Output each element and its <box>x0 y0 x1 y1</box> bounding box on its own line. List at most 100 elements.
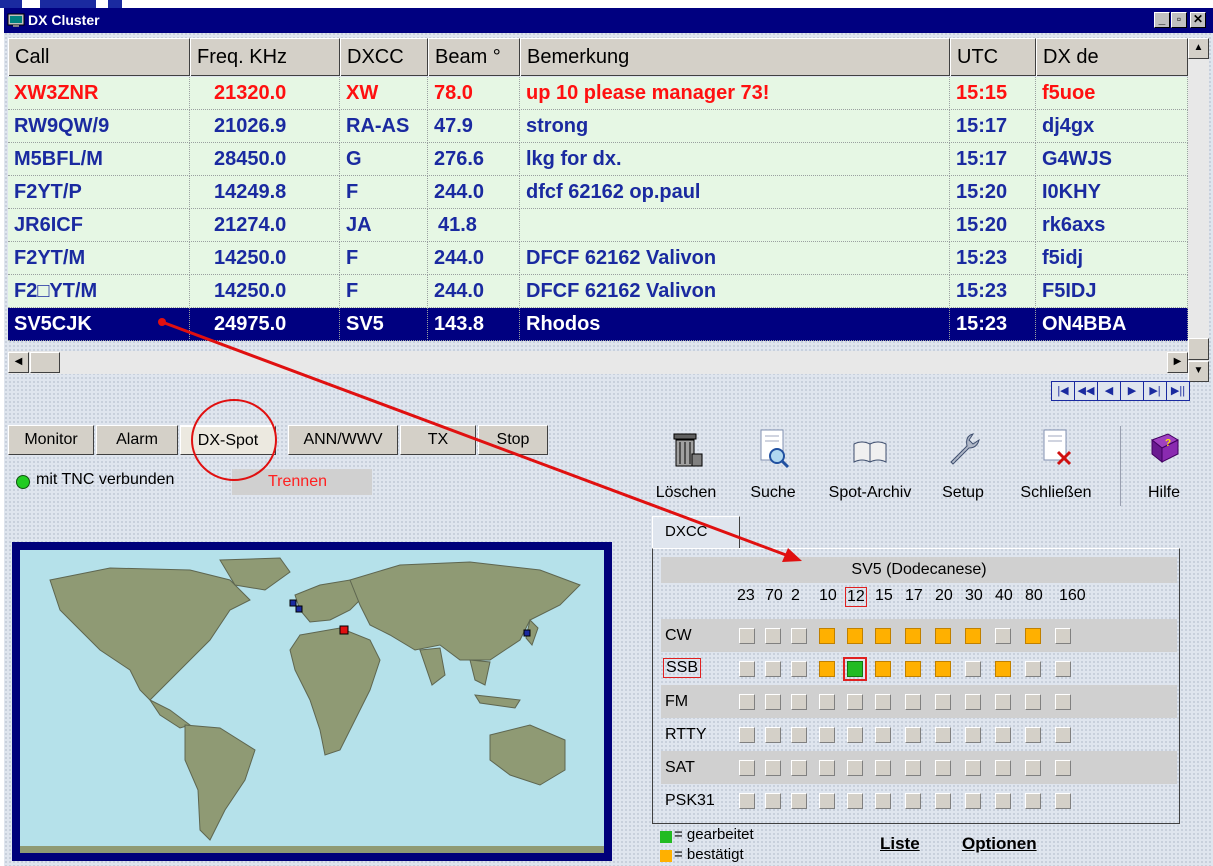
status-box-psk31-12[interactable] <box>847 793 863 809</box>
next-page-icon[interactable]: ▶| <box>1143 381 1167 401</box>
status-box-rtty-80[interactable] <box>1025 727 1041 743</box>
status-box-ssb-80[interactable] <box>1025 661 1041 677</box>
status-box-rtty-30[interactable] <box>965 727 981 743</box>
status-box-sat-20[interactable] <box>935 760 951 776</box>
status-box-rtty-70[interactable] <box>765 727 781 743</box>
scroll-thumb[interactable] <box>1188 338 1209 360</box>
status-box-cw-15[interactable] <box>875 628 891 644</box>
close-button[interactable]: ✕ <box>1190 12 1206 28</box>
delete-button[interactable]: Löschen <box>644 420 728 510</box>
scroll-up-icon[interactable]: ▲ <box>1188 38 1209 59</box>
spot-archive-button[interactable]: Spot-Archiv <box>818 420 922 510</box>
scroll-left-icon[interactable]: ◀ <box>8 352 29 373</box>
status-box-ssb-23[interactable] <box>739 661 755 677</box>
last-record-icon[interactable]: ▶|| <box>1166 381 1190 401</box>
status-box-rtty-160[interactable] <box>1055 727 1071 743</box>
status-box-fm-40[interactable] <box>995 694 1011 710</box>
search-button[interactable]: Suche <box>736 420 810 510</box>
first-record-icon[interactable]: |◀ <box>1051 381 1075 401</box>
status-box-sat-30[interactable] <box>965 760 981 776</box>
tab-dx-spot[interactable]: DX-Spot <box>180 425 276 455</box>
status-box-ssb-17[interactable] <box>905 661 921 677</box>
status-box-sat-17[interactable] <box>905 760 921 776</box>
column-header-utc[interactable]: UTC <box>950 38 1036 76</box>
scroll-down-icon[interactable]: ▼ <box>1188 361 1209 382</box>
table-row[interactable]: F2YT/P 14249.8 F 244.0 dfcf 62162 op.pau… <box>8 176 1188 209</box>
status-box-cw-17[interactable] <box>905 628 921 644</box>
status-box-fm-15[interactable] <box>875 694 891 710</box>
status-box-sat-80[interactable] <box>1025 760 1041 776</box>
status-box-rtty-40[interactable] <box>995 727 1011 743</box>
column-header-call[interactable]: Call <box>8 38 190 76</box>
status-box-sat-12[interactable] <box>847 760 863 776</box>
status-box-psk31-10[interactable] <box>819 793 835 809</box>
title-bar[interactable]: DX Cluster _ ▫ ✕ <box>4 8 1213 33</box>
status-box-cw-12[interactable] <box>847 628 863 644</box>
column-header-freq[interactable]: Freq. KHz <box>190 38 340 76</box>
status-box-cw-30[interactable] <box>965 628 981 644</box>
status-box-ssb-70[interactable] <box>765 661 781 677</box>
status-box-cw-2[interactable] <box>791 628 807 644</box>
status-box-fm-160[interactable] <box>1055 694 1071 710</box>
table-row[interactable]: RW9QW/9 21026.9 RA-AS 47.9 strong 15:17 … <box>8 110 1188 143</box>
status-box-psk31-17[interactable] <box>905 793 921 809</box>
status-box-fm-10[interactable] <box>819 694 835 710</box>
status-box-ssb-20[interactable] <box>935 661 951 677</box>
status-box-cw-80[interactable] <box>1025 628 1041 644</box>
prev-page-icon[interactable]: ◀◀ <box>1074 381 1098 401</box>
list-link[interactable]: Liste <box>880 834 920 854</box>
disconnect-button[interactable]: Trennen <box>232 469 372 495</box>
scroll-right-icon[interactable]: ▶ <box>1167 352 1188 373</box>
status-box-cw-160[interactable] <box>1055 628 1071 644</box>
status-box-rtty-23[interactable] <box>739 727 755 743</box>
status-box-ssb-160[interactable] <box>1055 661 1071 677</box>
status-box-fm-23[interactable] <box>739 694 755 710</box>
maximize-button[interactable]: ▫ <box>1171 12 1187 28</box>
minimize-button[interactable]: _ <box>1154 12 1170 28</box>
status-box-psk31-15[interactable] <box>875 793 891 809</box>
table-row[interactable]: F2YT/M 14250.0 F 244.0 DFCF 62162 Valivo… <box>8 242 1188 275</box>
prev-record-icon[interactable]: ◀ <box>1097 381 1121 401</box>
status-box-psk31-2[interactable] <box>791 793 807 809</box>
table-row[interactable]: M5BFL/M 28450.0 G 276.6 lkg for dx. 15:1… <box>8 143 1188 176</box>
help-button[interactable]: ? Hilfe <box>1128 420 1200 510</box>
next-record-icon[interactable]: ▶ <box>1120 381 1144 401</box>
status-box-psk31-70[interactable] <box>765 793 781 809</box>
vertical-scrollbar[interactable]: ▲ ▼ <box>1188 38 1209 382</box>
status-box-sat-160[interactable] <box>1055 760 1071 776</box>
tab-alarm[interactable]: Alarm <box>96 425 178 455</box>
status-box-psk31-23[interactable] <box>739 793 755 809</box>
status-box-fm-70[interactable] <box>765 694 781 710</box>
status-box-fm-30[interactable] <box>965 694 981 710</box>
status-box-sat-70[interactable] <box>765 760 781 776</box>
status-box-ssb-15[interactable] <box>875 661 891 677</box>
close-app-button[interactable]: Schließen <box>1004 420 1108 510</box>
status-box-ssb-10[interactable] <box>819 661 835 677</box>
table-row[interactable]: JR6ICF 21274.0 JA 41.8 15:20 rk6axs <box>8 209 1188 242</box>
status-box-sat-10[interactable] <box>819 760 835 776</box>
status-box-cw-20[interactable] <box>935 628 951 644</box>
status-box-rtty-17[interactable] <box>905 727 921 743</box>
hscroll-thumb[interactable] <box>30 352 60 373</box>
options-link[interactable]: Optionen <box>962 834 1037 854</box>
status-box-ssb-30[interactable] <box>965 661 981 677</box>
status-box-fm-12[interactable] <box>847 694 863 710</box>
status-box-cw-70[interactable] <box>765 628 781 644</box>
status-box-sat-23[interactable] <box>739 760 755 776</box>
status-box-psk31-80[interactable] <box>1025 793 1041 809</box>
status-box-psk31-40[interactable] <box>995 793 1011 809</box>
column-header-beam[interactable]: Beam ° <box>428 38 520 76</box>
status-box-rtty-15[interactable] <box>875 727 891 743</box>
status-box-ssb-12[interactable] <box>843 657 867 681</box>
status-box-rtty-12[interactable] <box>847 727 863 743</box>
status-box-sat-40[interactable] <box>995 760 1011 776</box>
status-box-cw-40[interactable] <box>995 628 1011 644</box>
status-box-sat-15[interactable] <box>875 760 891 776</box>
status-box-sat-2[interactable] <box>791 760 807 776</box>
column-header-dxde[interactable]: DX de <box>1036 38 1188 76</box>
status-box-ssb-40[interactable] <box>995 661 1011 677</box>
horizontal-scrollbar[interactable]: ◀ ▶ <box>8 351 1188 374</box>
status-box-cw-23[interactable] <box>739 628 755 644</box>
status-box-fm-80[interactable] <box>1025 694 1041 710</box>
table-row[interactable]: F2□YT/M 14250.0 F 244.0 DFCF 62162 Valiv… <box>8 275 1188 308</box>
